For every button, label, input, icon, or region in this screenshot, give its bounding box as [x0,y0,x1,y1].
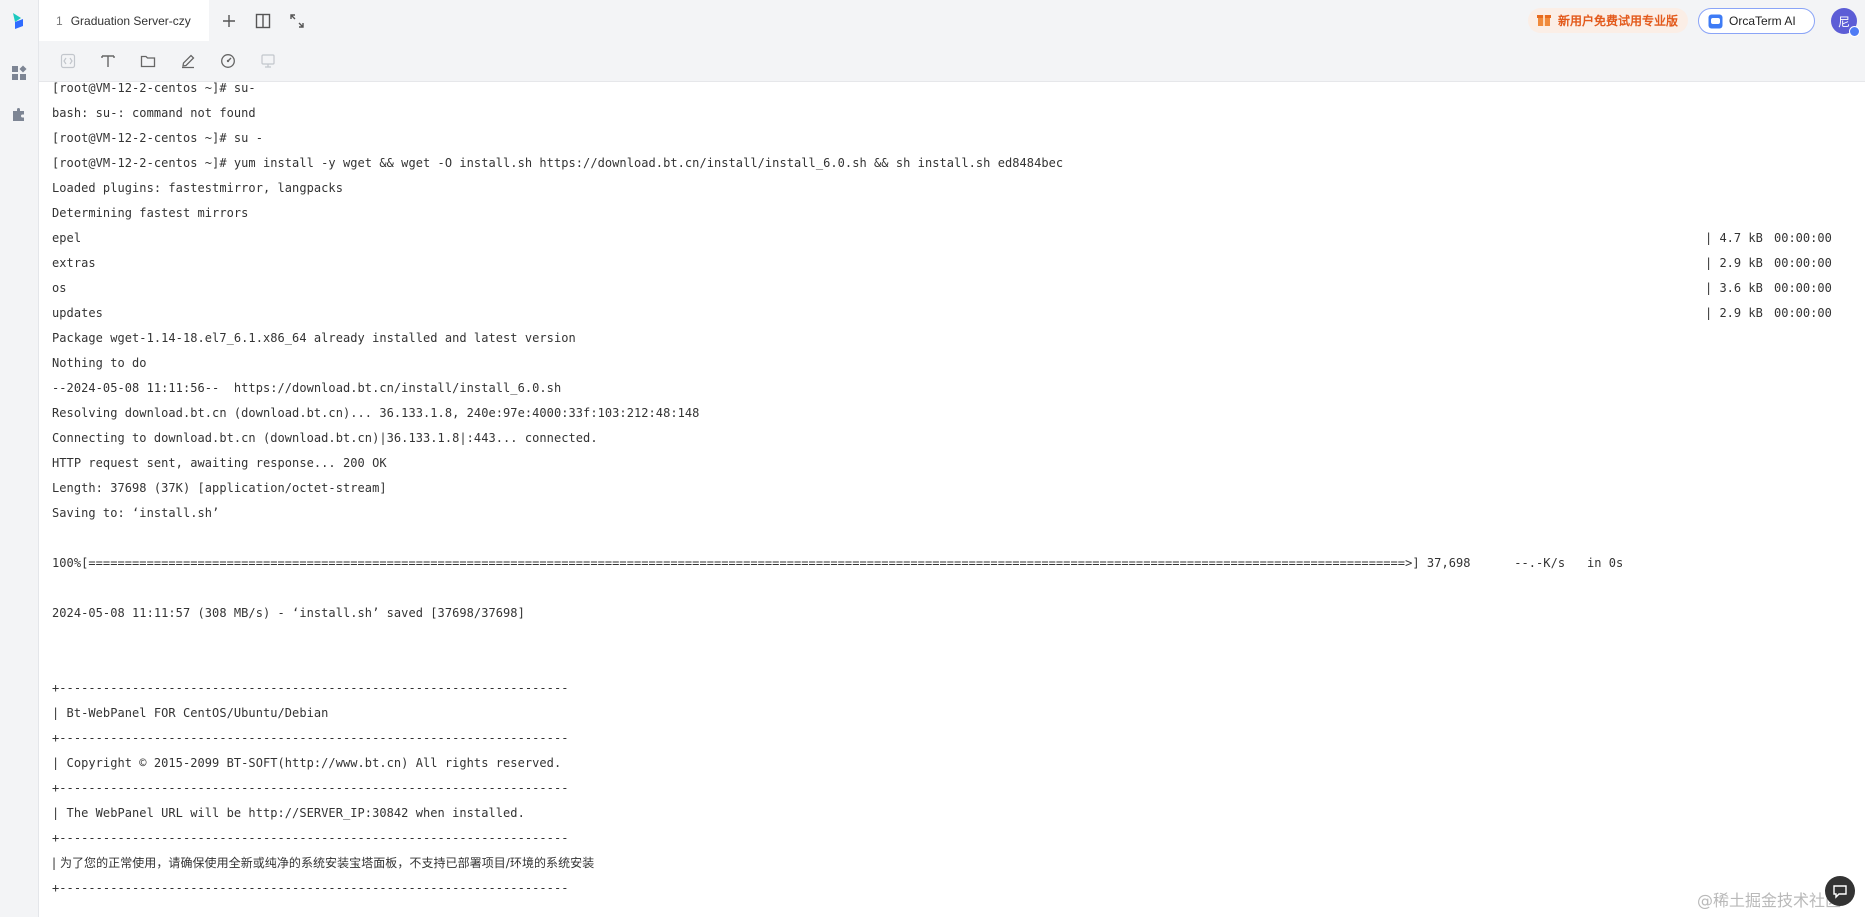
mirror-size: | 3.6 kB [1705,281,1763,295]
ai-button-label: OrcaTerm AI [1729,14,1796,28]
terminal-line: | The WebPanel URL will be http://SERVER… [52,806,525,820]
terminal-line: 2024-05-08 11:11:57 (308 MB/s) - ‘instal… [52,606,525,620]
gift-icon [1536,11,1552,30]
mirror-time: 00:00:00 [1774,231,1832,245]
avatar-initial: 尼 [1837,14,1850,29]
terminal-line: +---------------------------------------… [52,881,569,895]
terminal-output[interactable]: [root@VM-12-2-centos ~]# su- bash: su-: … [39,82,1865,917]
terminal-progress-line: 100%[===================================… [52,556,1624,570]
terminal-line: +---------------------------------------… [52,731,569,745]
folder-icon[interactable] [138,51,158,71]
monitor-icon[interactable] [258,51,278,71]
terminal-line: [root@VM-12-2-centos ~]# su- [52,82,256,95]
fullscreen-expand-icon[interactable] [286,10,308,32]
terminal-line: | Bt-WebPanel FOR CentOS/Ubuntu/Debian [52,706,329,720]
mirror-time: 00:00:00 [1774,306,1832,320]
app-logo-icon[interactable] [9,11,29,31]
apps-grid-icon[interactable] [9,63,29,83]
terminal-line: +---------------------------------------… [52,681,569,695]
terminal-line: Saving to: ‘install.sh’ [52,506,220,520]
tab-graduation-server[interactable]: 1 Graduation Server-czy [39,0,209,41]
terminal-toolbar [39,41,1865,82]
left-rail [0,0,39,917]
edit-pen-icon[interactable] [178,51,198,71]
terminal-line: Nothing to do [52,356,147,370]
promo-label: 新用户免费试用专业版 [1558,14,1679,28]
ai-logo-icon [1708,14,1723,29]
mirror-time: 00:00:00 [1774,256,1832,270]
terminal-line: extras [52,256,96,270]
mirror-size: | 2.9 kB [1705,306,1763,320]
mirror-size: | 4.7 kB [1705,231,1763,245]
split-view-icon[interactable] [252,10,274,32]
terminal-line: Determining fastest mirrors [52,206,249,220]
terminal-line: Package wget-1.14-18.el7_6.1.x86_64 alre… [52,331,576,345]
tab-title: Graduation Server-czy [70,13,191,28]
terminal-line: Length: 37698 (37K) [application/octet-s… [52,481,387,495]
terminal-line: [root@VM-12-2-centos ~]# su - [52,131,263,145]
terminal-line: epel [52,231,82,245]
terminal-line: [root@VM-12-2-centos ~]# yum install -y … [52,156,1064,170]
mirror-size: | 2.9 kB [1705,256,1763,270]
terminal-line: os [52,281,67,295]
terminal-line: | Copyright © 2015-2099 BT-SOFT(http://w… [52,756,562,770]
avatar-badge [1849,26,1860,37]
chat-bubble-icon[interactable] [1825,876,1855,906]
tab-index: 1 [56,13,63,28]
text-format-icon[interactable] [98,51,118,71]
terminal-line: Loaded plugins: fastestmirror, langpacks [52,181,343,195]
code-icon[interactable] [58,51,78,71]
orcaterm-ai-button[interactable]: OrcaTerm AI [1698,8,1815,34]
user-avatar[interactable]: 尼 [1831,8,1860,37]
terminal-line: | 为了您的正常使用，请确保使用全新或纯净的系统安装宝塔面板，不支持已部署项目/… [52,856,595,870]
terminal-line: Connecting to download.bt.cn (download.b… [52,431,598,445]
mirror-time: 00:00:00 [1774,281,1832,295]
terminal-line: +---------------------------------------… [52,781,569,795]
plus-icon[interactable] [218,10,240,32]
terminal-line: HTTP request sent, awaiting response... … [52,456,387,470]
terminal-line: updates [52,306,103,320]
terminal-line: --2024-05-08 11:11:56-- https://download… [52,381,562,395]
tab-bar: 1 Graduation Server-czy 新用户免费试用专业版 OrcaT… [39,0,1865,41]
dashboard-gauge-icon[interactable] [218,51,238,71]
watermark-text: @稀土掘金技术社区 [1697,891,1842,910]
promo-trial-button[interactable]: 新用户免费试用专业版 [1528,8,1688,33]
terminal-line: +---------------------------------------… [52,831,569,845]
terminal-line: Resolving download.bt.cn (download.bt.cn… [52,406,700,420]
terminal-line: bash: su-: command not found [52,106,256,120]
puzzle-plugin-icon[interactable] [9,104,29,124]
